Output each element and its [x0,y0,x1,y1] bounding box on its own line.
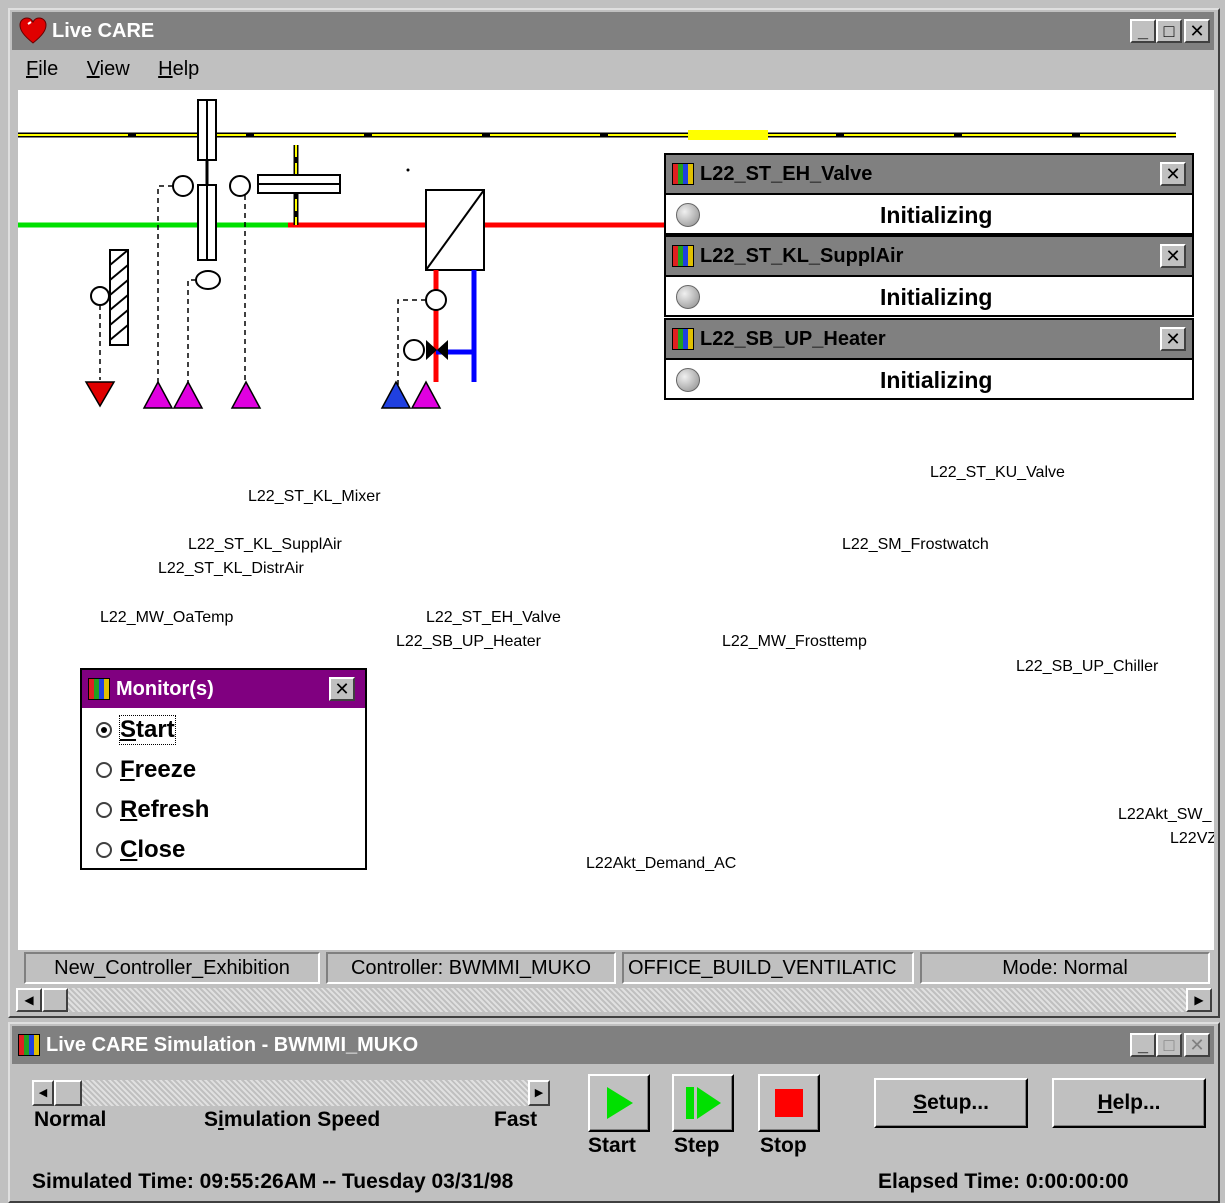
sim-maximize-button[interactable]: □ [1156,1033,1182,1057]
radio-indicator [96,722,112,738]
speed-left-button[interactable]: ◀ [32,1080,54,1106]
popup-titlebar[interactable]: L22_ST_EH_Valve ✕ [666,155,1192,195]
speed-slider[interactable]: ◀ ▶ [32,1080,550,1106]
popup-status: Initializing [880,283,993,310]
menu-help[interactable]: Help [158,58,199,80]
point-label[interactable]: L22_ST_KL_SupplAir [188,536,342,554]
status-popup: L22_SB_UP_Heater ✕ Initializing [664,318,1194,400]
point-label[interactable]: L22_ST_KU_Valve [930,464,1065,482]
radio-indicator [96,762,112,778]
horizontal-scrollbar[interactable]: ◀ ▶ [16,988,1212,1012]
help-button[interactable]: Help... [1052,1078,1206,1128]
point-label[interactable]: L22_ST_KL_Mixer [248,488,381,506]
step-label: Step [674,1134,720,1157]
monitor-close-button[interactable]: ✕ [329,677,355,701]
point-label[interactable]: L22Akt_SW_ [1118,806,1211,824]
monitor-titlebar[interactable]: Monitor(s) ✕ [82,670,365,708]
point-label[interactable]: L22VZ [1170,830,1214,848]
scroll-thumb[interactable] [42,988,68,1012]
point-label[interactable]: L22_MW_OaTemp [100,609,233,627]
point-label[interactable]: L22Akt_Demand_AC [586,855,736,873]
radio-indicator [96,802,112,818]
start-label: Start [588,1134,636,1157]
point-label[interactable]: L22_SM_Frostwatch [842,536,989,554]
app-logo-icon [18,1034,40,1056]
status-led-icon [676,203,700,227]
popup-title: L22_ST_EH_Valve [700,162,873,185]
radio-refresh[interactable]: Refresh [82,790,365,830]
app-logo-icon [672,163,694,185]
elapsed-time: Elapsed Time: 0:00:00:00 [878,1170,1129,1193]
app-logo-icon [672,328,694,350]
popup-status: Initializing [880,201,993,228]
setup-button[interactable]: Setup... [874,1078,1028,1128]
scroll-left-button[interactable]: ◀ [16,988,42,1012]
start-button[interactable] [588,1074,650,1132]
scroll-right-button[interactable]: ▶ [1186,988,1212,1012]
menu-view[interactable]: View [87,58,130,80]
heart-icon [18,16,48,46]
point-label[interactable]: L22_MW_Frosttemp [722,633,867,651]
menu-file[interactable]: File [26,58,58,80]
minimize-button[interactable]: _ [1130,19,1156,43]
point-label[interactable]: L22_ST_KL_DistrAir [158,560,304,578]
app-logo-icon [88,678,110,700]
sim-minimize-button[interactable]: _ [1130,1033,1156,1057]
status-led-icon [676,368,700,392]
speed-max-label: Fast [494,1108,538,1131]
status-project: New_Controller_Exhibition [24,952,320,984]
speed-thumb[interactable] [54,1080,82,1106]
stop-icon [775,1089,803,1117]
sim-titlebar: Live CARE Simulation - BWMMI_MUKO _ □ ✕ [12,1026,1214,1064]
simulated-time: Simulated Time: 09:55:26AM -- Tuesday 03… [32,1170,514,1193]
main-title: Live CARE [52,19,155,42]
point-label[interactable]: L22_ST_EH_Valve [426,609,561,627]
point-label[interactable]: L22_SB_UP_Chiller [1016,658,1158,676]
popup-close-button[interactable]: ✕ [1160,244,1186,268]
app-logo-icon [672,245,694,267]
popup-title: L22_ST_KL_SupplAir [700,244,904,267]
close-button[interactable]: ✕ [1184,19,1210,43]
sim-close-button[interactable]: ✕ [1184,1033,1210,1057]
radio-freeze[interactable]: Freeze [82,750,365,790]
stop-label: Stop [760,1134,807,1157]
speed-min-label: Normal [34,1108,107,1131]
radio-indicator [96,842,112,858]
status-popup: L22_ST_EH_Valve ✕ Initializing [664,153,1194,235]
speed-right-button[interactable]: ▶ [528,1080,550,1106]
monitor-title: Monitor(s) [116,677,214,700]
simulation-window: Live CARE Simulation - BWMMI_MUKO _ □ ✕ … [8,1022,1220,1203]
monitor-dialog: Monitor(s) ✕ Start Freeze Refresh Close [80,668,367,870]
menu-bar: File View Help [26,58,223,81]
step-button[interactable] [672,1074,734,1132]
speed-caption: Simulation Speed [204,1108,381,1131]
popup-status: Initializing [880,366,993,393]
status-plant: OFFICE_BUILD_VENTILATIC [622,952,914,984]
stop-button[interactable] [758,1074,820,1132]
radio-start[interactable]: Start [82,710,365,750]
point-label[interactable]: L22_SB_UP_Heater [396,633,541,651]
popup-titlebar[interactable]: L22_ST_KL_SupplAir ✕ [666,237,1192,277]
status-led-icon [676,285,700,309]
popup-titlebar[interactable]: L22_SB_UP_Heater ✕ [666,320,1192,360]
play-icon [601,1085,637,1121]
popup-close-button[interactable]: ✕ [1160,162,1186,186]
sim-title: Live CARE Simulation - BWMMI_MUKO [46,1033,419,1056]
main-titlebar: Live CARE _ □ ✕ [12,12,1214,50]
maximize-button[interactable]: □ [1156,19,1182,43]
status-mode: Mode: Normal [920,952,1210,984]
step-icon [686,1087,721,1119]
status-controller: Controller: BWMMI_MUKO [326,952,616,984]
status-popup: L22_ST_KL_SupplAir ✕ Initializing [664,235,1194,317]
popup-close-button[interactable]: ✕ [1160,327,1186,351]
popup-title: L22_SB_UP_Heater [700,327,886,350]
radio-close[interactable]: Close [82,830,365,870]
